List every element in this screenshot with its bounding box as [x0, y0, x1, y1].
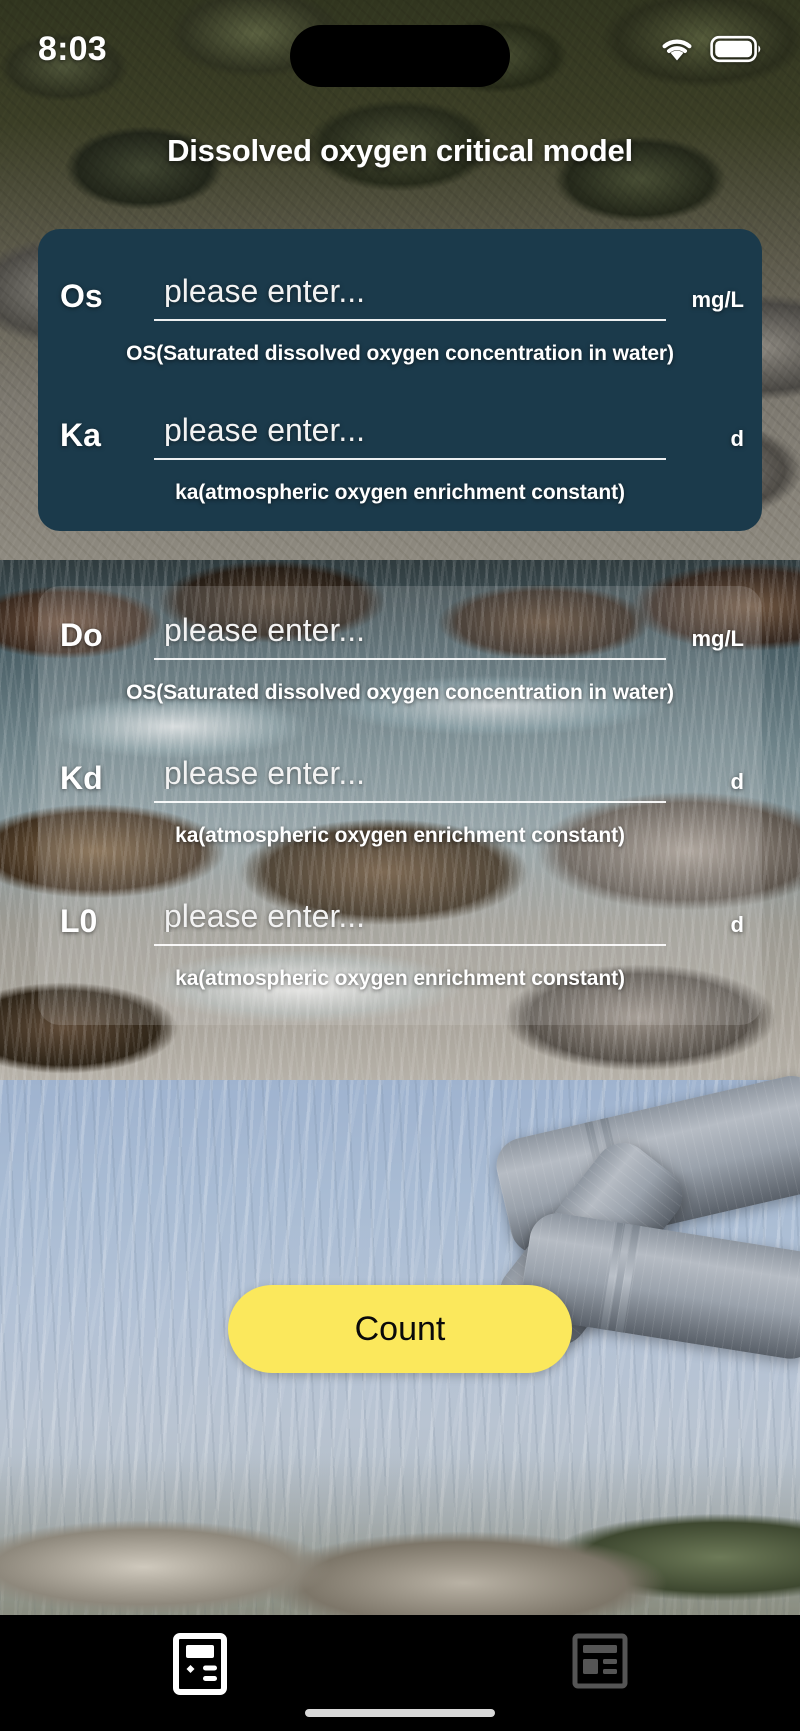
- field-hint-ka: ka(atmospheric oxygen enrichment constan…: [175, 481, 625, 504]
- field-l0: L0 please enter... d ka(atmospheric oxyg…: [38, 900, 762, 991]
- input-ka[interactable]: please enter...: [154, 414, 666, 460]
- page-title: Dissolved oxygen critical model: [167, 133, 633, 168]
- input-card-secondary: Do please enter... mg/L OS(Saturated dis…: [38, 586, 762, 1025]
- field-hint-l0: ka(atmospheric oxygen enrichment constan…: [175, 967, 625, 990]
- field-os: Os please enter... mg/L OS(Saturated dis…: [38, 275, 762, 366]
- field-label-l0: L0: [60, 903, 98, 939]
- field-unit-kd: d: [730, 769, 744, 794]
- input-l0[interactable]: please enter...: [154, 900, 666, 946]
- field-label-do: Do: [60, 617, 103, 653]
- field-hint-do: OS(Saturated dissolved oxygen concentrat…: [126, 681, 674, 704]
- input-os[interactable]: please enter...: [154, 275, 666, 321]
- field-hint-os: OS(Saturated dissolved oxygen concentrat…: [126, 342, 674, 365]
- field-label-os: Os: [60, 278, 103, 314]
- input-card-primary: Os please enter... mg/L OS(Saturated dis…: [38, 229, 762, 531]
- field-do: Do please enter... mg/L OS(Saturated dis…: [38, 614, 762, 705]
- input-ka-placeholder: please enter...: [164, 414, 366, 446]
- input-kd[interactable]: please enter...: [154, 757, 666, 803]
- field-label-ka: Ka: [60, 417, 101, 453]
- field-ka: Ka please enter... d ka(atmospheric oxyg…: [38, 414, 762, 505]
- input-do[interactable]: please enter...: [154, 614, 666, 660]
- calculator-icon: [173, 1633, 227, 1695]
- input-os-placeholder: please enter...: [164, 275, 366, 307]
- field-hint-kd: ka(atmospheric oxygen enrichment constan…: [175, 824, 625, 847]
- dynamic-island: [290, 25, 510, 87]
- field-unit-do: mg/L: [691, 626, 744, 651]
- input-kd-placeholder: please enter...: [164, 757, 366, 789]
- status-bar-indicators: [658, 35, 762, 63]
- field-label-kd: Kd: [60, 760, 103, 796]
- home-indicator[interactable]: [305, 1709, 495, 1717]
- tab-calculator[interactable]: [0, 1633, 400, 1695]
- field-kd: Kd please enter... d ka(atmospheric oxyg…: [38, 757, 762, 848]
- field-unit-ka: d: [730, 426, 744, 451]
- article-icon: [572, 1633, 628, 1689]
- battery-full-icon: [710, 35, 762, 63]
- field-unit-l0: d: [730, 912, 744, 937]
- input-do-placeholder: please enter...: [164, 614, 366, 646]
- status-bar-clock: 8:03: [38, 29, 107, 68]
- wifi-icon: [658, 35, 696, 63]
- input-l0-placeholder: please enter...: [164, 900, 366, 932]
- tab-article[interactable]: [400, 1633, 800, 1689]
- field-unit-os: mg/L: [691, 287, 744, 312]
- count-button[interactable]: Count: [228, 1285, 572, 1373]
- app-screen: 8:03 Dissolved oxygen critical model Os …: [0, 0, 800, 1731]
